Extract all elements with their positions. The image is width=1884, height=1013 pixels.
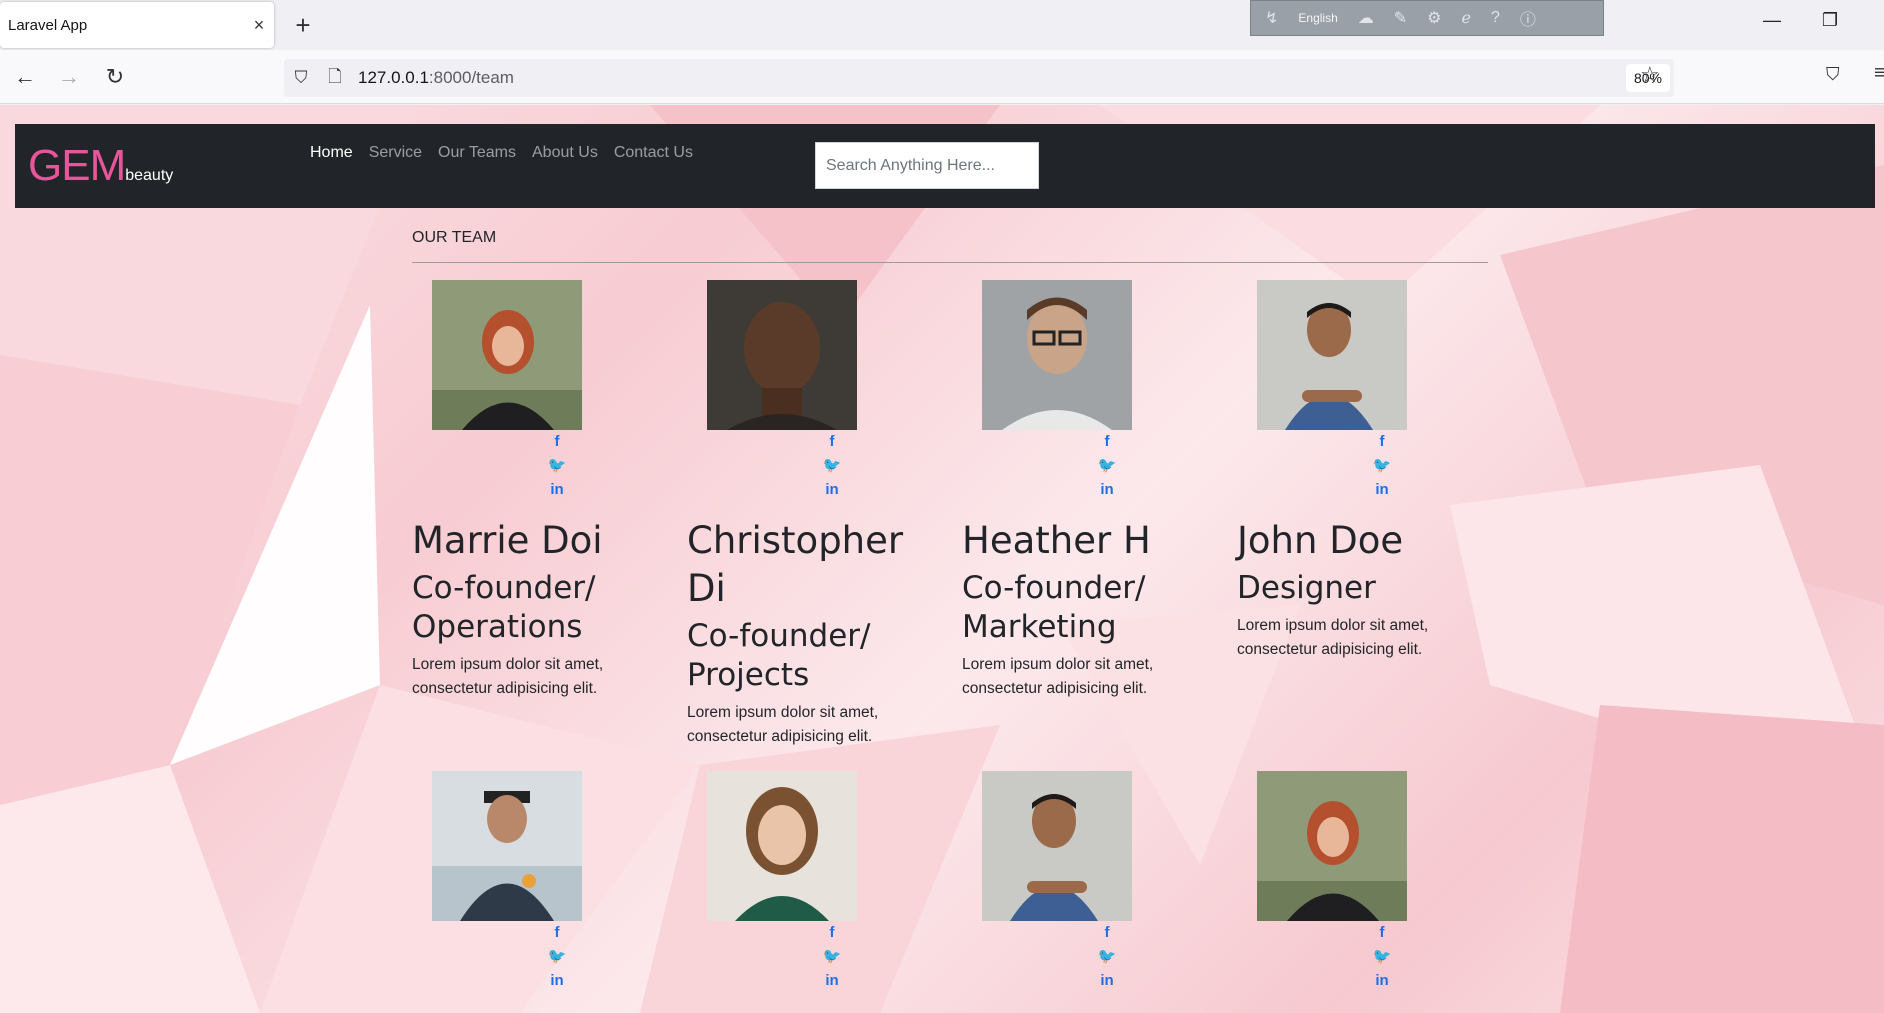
- member-bio: Lorem ipsum dolor sit amet, consectetur …: [962, 656, 1154, 697]
- member-bio: Lorem ipsum dolor sit amet, consectetur …: [687, 704, 879, 745]
- linkedin-icon[interactable]: in: [822, 478, 842, 502]
- social-links: f 🐦 in: [547, 430, 567, 502]
- facebook-icon[interactable]: f: [547, 921, 567, 945]
- shield-icon[interactable]: ⛉: [284, 68, 318, 88]
- twitter-icon[interactable]: 🐦: [1097, 945, 1117, 969]
- gear-icon[interactable]: ⚙: [1427, 8, 1441, 28]
- member-bio: Lorem ipsum dolor sit amet, consectetur …: [412, 656, 604, 697]
- info-icon[interactable]: ⓘ: [1520, 6, 1536, 30]
- pocket-icon[interactable]: ⛉: [1826, 64, 1840, 85]
- language-selector[interactable]: English: [1298, 11, 1337, 25]
- facebook-icon[interactable]: f: [1372, 921, 1392, 945]
- member-photo: [982, 771, 1132, 921]
- member-name: Marrie Doi: [412, 519, 603, 562]
- twitter-icon[interactable]: 🐦: [822, 454, 842, 478]
- new-tab-button[interactable]: +: [288, 10, 318, 40]
- url-bar[interactable]: ⛉ 🗋 127.0.0.1:8000/team 80%: [284, 59, 1674, 97]
- extension-toolbar: ↯ English ☁ ✎ ⚙ ℯ ? ⓘ: [1250, 0, 1604, 36]
- nav-service[interactable]: Service: [369, 144, 422, 162]
- facebook-icon[interactable]: f: [822, 921, 842, 945]
- menu-icon[interactable]: ≡: [1874, 62, 1884, 85]
- member-name: Heather H: [962, 519, 1151, 562]
- member-info: Christopher Di Co-founder/ Projects Lore…: [687, 517, 947, 749]
- member-photo: [707, 771, 857, 921]
- url-text[interactable]: 127.0.0.1:8000/team: [358, 68, 514, 88]
- linkedin-icon[interactable]: in: [1372, 969, 1392, 993]
- twitter-icon[interactable]: 🐦: [822, 945, 842, 969]
- linkedin-icon[interactable]: in: [1097, 478, 1117, 502]
- member-info: Heather H Co-founder/ Marketing Lorem ip…: [962, 517, 1222, 701]
- nav-our-teams[interactable]: Our Teams: [438, 144, 516, 162]
- restore-button[interactable]: ❐: [1810, 10, 1850, 31]
- facebook-icon[interactable]: f: [1097, 921, 1117, 945]
- tab-title: Laravel App: [8, 16, 88, 34]
- divider: [412, 262, 1488, 263]
- member-photo: [432, 771, 582, 921]
- ie-icon[interactable]: ℯ: [1462, 8, 1471, 28]
- browser-tab[interactable]: Laravel App ×: [0, 2, 274, 48]
- site-navbar: GEMbeauty Home Service Our Teams About U…: [15, 124, 1875, 208]
- member-photo: [1257, 771, 1407, 921]
- member-info: John Doe Designer Lorem ipsum dolor sit …: [1237, 517, 1497, 662]
- twitter-icon[interactable]: 🐦: [547, 945, 567, 969]
- reload-icon[interactable]: ↻: [98, 60, 132, 94]
- twitter-icon[interactable]: 🐦: [547, 454, 567, 478]
- linkedin-icon[interactable]: in: [822, 969, 842, 993]
- facebook-icon[interactable]: f: [1097, 430, 1117, 454]
- page-icon[interactable]: 🗋: [318, 64, 352, 93]
- nav-about-us[interactable]: About Us: [532, 144, 598, 162]
- social-links: f 🐦 in: [1372, 921, 1392, 993]
- twitter-icon[interactable]: 🐦: [1097, 454, 1117, 478]
- nav-contact-us[interactable]: Contact Us: [614, 144, 693, 162]
- member-role: Co-founder/ Marketing: [962, 570, 1146, 645]
- member-role: Co-founder/ Operations: [412, 570, 596, 645]
- back-icon[interactable]: ←: [8, 60, 42, 94]
- member-bio: Lorem ipsum dolor sit amet, consectetur …: [1237, 617, 1429, 658]
- social-links: f 🐦 in: [822, 430, 842, 502]
- browser-toolbar: ← → ↻ ⛉ 🗋 127.0.0.1:8000/team 80% ☆ ⛉ ≡: [0, 50, 1884, 104]
- nav-home[interactable]: Home: [310, 144, 353, 162]
- member-photo: [707, 280, 857, 430]
- member-role: Designer: [1237, 570, 1376, 606]
- cloud-icon[interactable]: ☁: [1358, 8, 1374, 28]
- facebook-icon[interactable]: f: [822, 430, 842, 454]
- brand-logo[interactable]: GEMbeauty: [28, 144, 173, 198]
- section-title: OUR TEAM: [412, 229, 497, 246]
- member-photo: [432, 280, 582, 430]
- member-photo: [982, 280, 1132, 430]
- browser-tab-bar: Laravel App × + ↯ English ☁ ✎ ⚙ ℯ ? ⓘ — …: [0, 0, 1884, 50]
- minimize-button[interactable]: —: [1752, 10, 1792, 31]
- twitter-icon[interactable]: 🐦: [1372, 945, 1392, 969]
- member-photo: [1257, 280, 1407, 430]
- member-role: Co-founder/ Projects: [687, 618, 871, 693]
- social-links: f 🐦 in: [1372, 430, 1392, 502]
- facebook-icon[interactable]: f: [547, 430, 567, 454]
- social-links: f 🐦 in: [547, 921, 567, 993]
- member-name: John Doe: [1237, 519, 1404, 562]
- linkedin-icon[interactable]: in: [547, 969, 567, 993]
- linkedin-icon[interactable]: in: [547, 478, 567, 502]
- brush-icon[interactable]: ✎: [1394, 8, 1407, 28]
- social-links: f 🐦 in: [822, 921, 842, 993]
- search-input[interactable]: [815, 142, 1039, 189]
- star-icon[interactable]: ☆: [1640, 62, 1660, 88]
- forward-icon[interactable]: →: [52, 60, 86, 94]
- ime-icon[interactable]: ↯: [1265, 8, 1278, 28]
- main-menu: Home Service Our Teams About Us Contact …: [310, 144, 693, 162]
- twitter-icon[interactable]: 🐦: [1372, 454, 1392, 478]
- linkedin-icon[interactable]: in: [1097, 969, 1117, 993]
- social-links: f 🐦 in: [1097, 430, 1117, 502]
- page-viewport: GEMbeauty Home Service Our Teams About U…: [0, 105, 1884, 1013]
- social-links: f 🐦 in: [1097, 921, 1117, 993]
- linkedin-icon[interactable]: in: [1372, 478, 1392, 502]
- member-name: Christopher Di: [687, 519, 904, 610]
- member-info: Marrie Doi Co-founder/ Operations Lorem …: [412, 517, 672, 701]
- help-icon[interactable]: ?: [1491, 9, 1500, 27]
- close-icon[interactable]: ×: [244, 15, 274, 36]
- facebook-icon[interactable]: f: [1372, 430, 1392, 454]
